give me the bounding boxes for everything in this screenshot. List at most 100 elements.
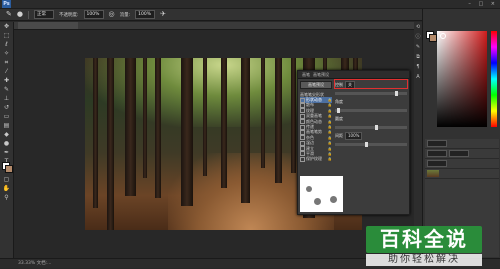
- zoom-tool-icon[interactable]: ⚲: [0, 193, 13, 202]
- panel-icon-column: ⟲ ⓘ ✎ ⧉ ¶ A: [414, 22, 422, 258]
- window-controls[interactable]: – □ ×: [468, 1, 498, 7]
- layers-blend-row[interactable]: [425, 149, 499, 159]
- lock-icon: 🔒: [327, 119, 332, 124]
- brush-stroke-preview: [300, 176, 343, 212]
- lock-icon: 🔒: [327, 157, 332, 162]
- layer-blend-select[interactable]: [427, 150, 447, 157]
- angle-slider[interactable]: [335, 108, 407, 113]
- paragraph-icon[interactable]: ¶: [414, 62, 422, 72]
- dodge-tool-icon[interactable]: ●: [0, 139, 13, 148]
- tree-trunk: [181, 58, 193, 206]
- zoom-level[interactable]: 33.33%: [18, 261, 35, 266]
- airbrush-icon[interactable]: ✈: [160, 11, 166, 18]
- roundness-label: 圆度: [335, 116, 343, 121]
- tools-panel: ✥ ⬚ ℓ ✧ ⌗ ⁄ ✚ ✎ ⊥ ↺ ▭ ▤ ◆ ● ✒ T ▸ ▢ ✋ ⚲: [0, 22, 14, 258]
- layer-row[interactable]: [425, 169, 499, 179]
- lasso-tool-icon[interactable]: ℓ: [0, 40, 13, 49]
- lock-icon: 🔒: [327, 141, 332, 146]
- lock-icon: 🔒: [327, 103, 332, 108]
- tree-trunk: [261, 58, 265, 168]
- angle-label: 角度: [335, 99, 343, 104]
- right-panels: [422, 9, 500, 258]
- brush-panel-tabs: 画笔 画笔预设: [298, 71, 409, 79]
- brush-panel-icon[interactable]: ✎: [414, 42, 422, 52]
- tab-brush-presets[interactable]: 画笔预设: [313, 72, 329, 78]
- flow-label: 流量:: [119, 12, 131, 18]
- preview-dot: [306, 186, 312, 192]
- gradient-tool-icon[interactable]: ▤: [0, 121, 13, 130]
- brush-preset-icon[interactable]: ●: [17, 11, 23, 18]
- lock-icon: 🔒: [327, 146, 332, 151]
- tree-trunk: [291, 58, 296, 173]
- pen-tool-icon[interactable]: ✒: [0, 148, 13, 157]
- brush-presets-button[interactable]: 画笔预设: [300, 81, 332, 89]
- layer-opacity-input[interactable]: [449, 150, 469, 157]
- history-icon[interactable]: ⟲: [414, 22, 422, 32]
- clone-source-icon[interactable]: ⧉: [414, 52, 422, 62]
- healing-tool-icon[interactable]: ✚: [0, 76, 13, 85]
- brush-option-item[interactable]: 画笔笔势 🔒: [300, 129, 332, 135]
- move-tool-icon[interactable]: ✥: [0, 22, 13, 31]
- layers-lock-row[interactable]: [425, 159, 499, 169]
- tree-trunk: [203, 58, 207, 176]
- brush-option-item[interactable]: 形状动态 🔒: [300, 97, 332, 103]
- tree-trunk: [143, 58, 147, 178]
- brush-tool-icon[interactable]: ✎: [6, 11, 12, 18]
- document-info: 文档:...: [36, 261, 52, 266]
- spacing-slider[interactable]: [335, 142, 407, 147]
- background-color-swatch[interactable]: [5, 165, 13, 173]
- spacing-row: 间距 100%: [335, 132, 407, 140]
- pressure-opacity-icon[interactable]: ◎: [109, 11, 115, 18]
- brush-settings: 控制 关 角度 圆度 间距 100%: [334, 79, 408, 149]
- brush-panel: 画笔 画笔预设 画笔预设 画笔笔尖形状 形状动态 🔒 散布 🔒 纹理 🔒 双重画笔 🔒 …: [297, 70, 410, 215]
- brush-option-item[interactable]: 颜色动态 🔒: [300, 119, 332, 125]
- opacity-input[interactable]: 100%: [83, 10, 104, 19]
- angle-row: 角度: [335, 98, 407, 106]
- hue-slider[interactable]: [491, 31, 497, 127]
- divider: [27, 10, 29, 19]
- watermark: 百科全说 助你轻松解决: [366, 226, 482, 268]
- lock-icon: 🔒: [327, 108, 332, 113]
- eyedropper-tool-icon[interactable]: ⁄: [0, 67, 13, 76]
- layer-filter-select[interactable]: [427, 140, 447, 147]
- roundness-row: 圆度: [335, 115, 407, 123]
- history-brush-icon[interactable]: ↺: [0, 103, 13, 112]
- lock-icon: 🔒: [327, 135, 332, 140]
- info-icon[interactable]: ⓘ: [414, 32, 422, 42]
- character-icon[interactable]: A: [414, 72, 422, 82]
- blend-mode-select[interactable]: 正常: [33, 10, 54, 19]
- spacing-input[interactable]: 100%: [345, 132, 363, 140]
- color-picker-field[interactable]: [437, 31, 487, 127]
- preview-dot: [330, 196, 337, 203]
- document-tab[interactable]: [18, 22, 78, 29]
- marquee-tool-icon[interactable]: ⬚: [0, 31, 13, 40]
- watermark-subtitle: 助你轻松解决: [366, 254, 482, 266]
- color-picker-ring[interactable]: [440, 33, 446, 39]
- photoshop-logo-icon: Ps: [2, 0, 11, 8]
- size-slider[interactable]: [335, 91, 407, 96]
- layers-tab-row[interactable]: [425, 139, 499, 149]
- brush-option-item[interactable]: 保护纹理 🔒: [300, 156, 332, 162]
- stamp-tool-icon[interactable]: ⊥: [0, 94, 13, 103]
- preview-dot: [314, 198, 321, 205]
- tree-trunk: [221, 58, 227, 188]
- tree-trunk: [107, 58, 114, 230]
- brush-tool-icon[interactable]: ✎: [0, 85, 13, 94]
- hand-tool-icon[interactable]: ✋: [0, 184, 13, 193]
- flow-input[interactable]: 100%: [135, 10, 156, 19]
- lock-icon: 🔒: [327, 114, 332, 119]
- layer-fill-input[interactable]: [427, 160, 447, 167]
- roundness-slider[interactable]: [335, 125, 407, 130]
- lock-icon: 🔒: [327, 98, 332, 103]
- blur-tool-icon[interactable]: ◆: [0, 130, 13, 139]
- eraser-tool-icon[interactable]: ▭: [0, 112, 13, 121]
- brush-options-list: 画笔预设 画笔笔尖形状 形状动态 🔒 散布 🔒 纹理 🔒 双重画笔 🔒 颜色动态 🔒 传递…: [300, 81, 332, 162]
- tree-trunk: [155, 58, 161, 198]
- background-color-swatch[interactable]: [429, 34, 437, 42]
- crop-tool-icon[interactable]: ⌗: [0, 58, 13, 67]
- quick-select-tool-icon[interactable]: ✧: [0, 49, 13, 58]
- tab-brush[interactable]: 画笔: [302, 72, 310, 78]
- opacity-label: 不透明度:: [58, 12, 79, 18]
- highlight-box: [334, 79, 408, 89]
- shape-tool-icon[interactable]: ▢: [0, 175, 13, 184]
